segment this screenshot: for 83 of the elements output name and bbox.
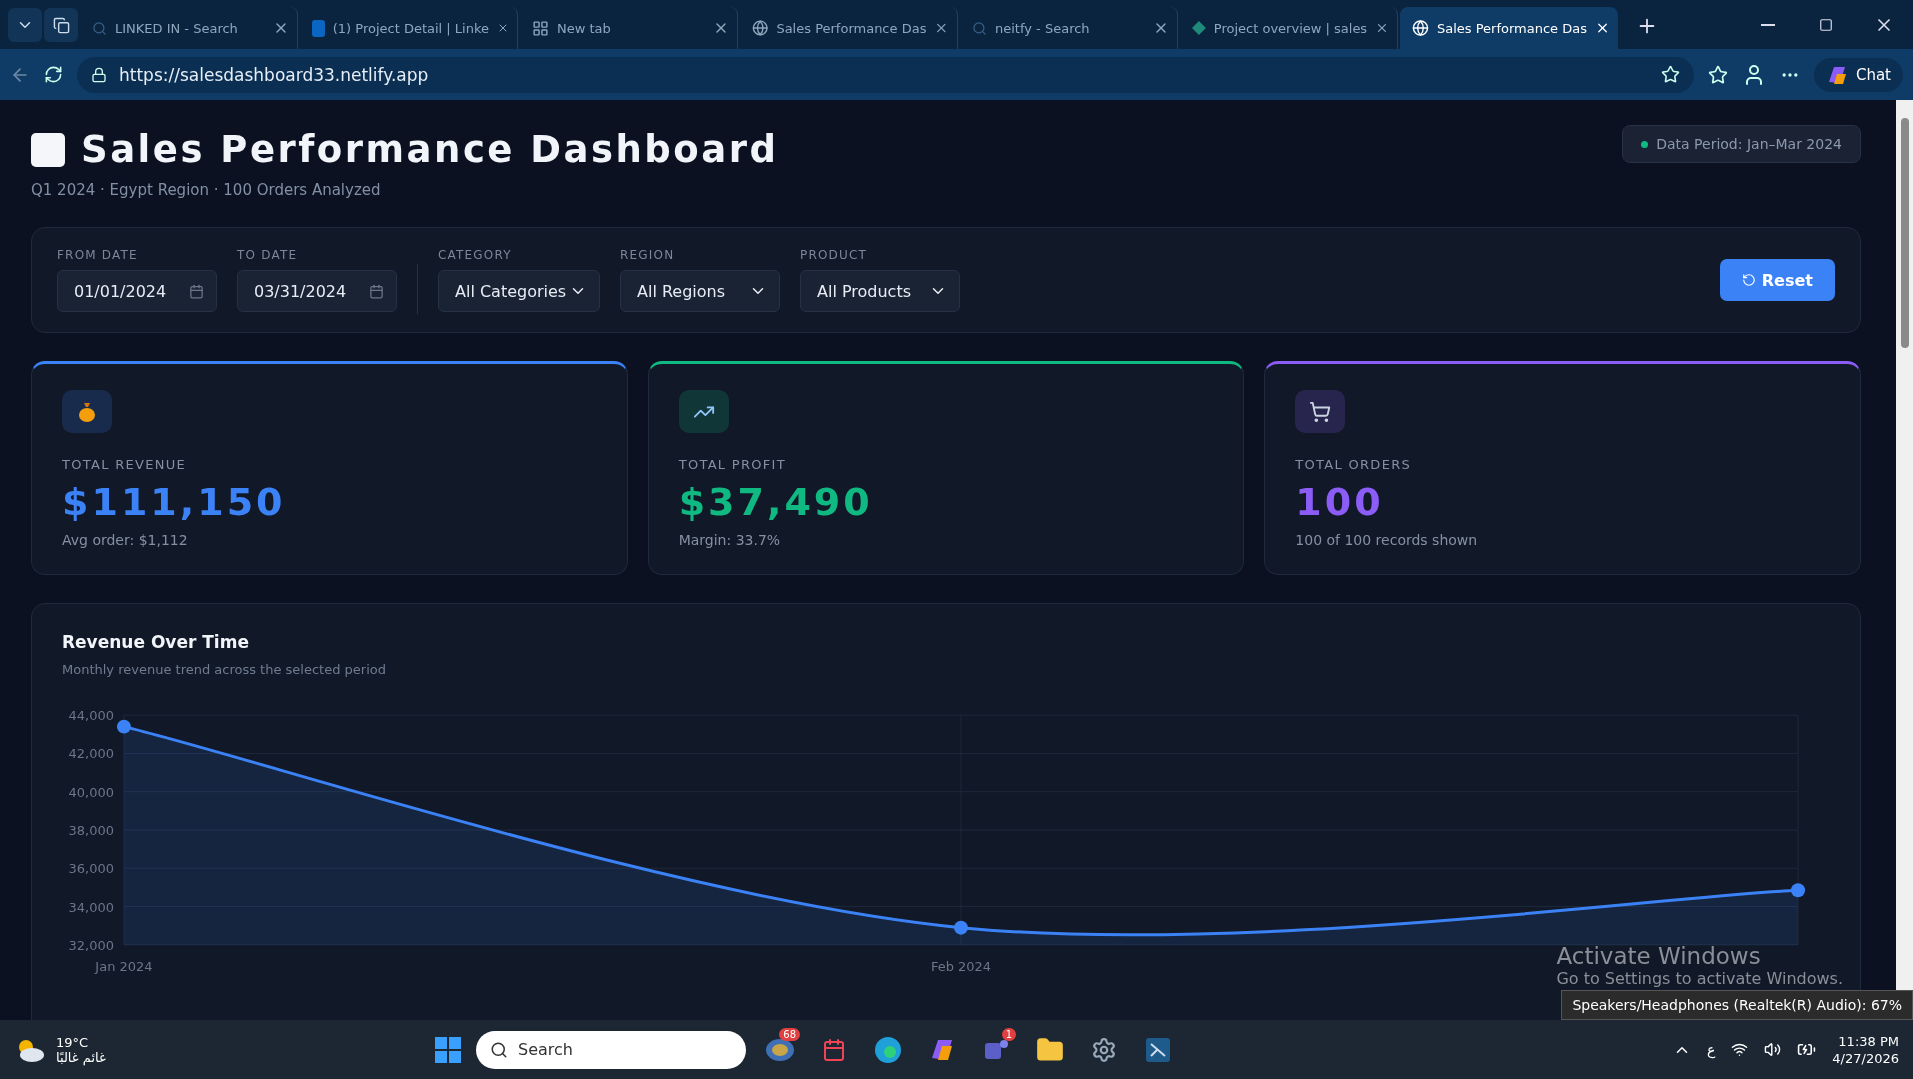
- notification-badge: 68: [779, 1027, 800, 1041]
- minimize-icon: [1761, 23, 1775, 26]
- axis-label: 42,000: [68, 746, 114, 762]
- field-label: REGION: [620, 248, 676, 262]
- taskbar-search[interactable]: Search: [476, 1030, 746, 1069]
- field-label: TO DATE: [237, 248, 299, 262]
- field-label: FROM DATE: [57, 248, 139, 262]
- globe-icon: [1412, 19, 1429, 37]
- axis-label: 32,000: [68, 937, 114, 953]
- data-point: [954, 920, 968, 935]
- logo-icon: [31, 132, 65, 167]
- clock-time[interactable]: 11:38 PM: [1838, 1033, 1899, 1049]
- app-icon[interactable]: [1144, 1035, 1172, 1064]
- field-label: PRODUCT: [800, 248, 869, 262]
- weather-text: غائم غالبًا: [56, 1049, 106, 1065]
- axis-label: 38,000: [68, 823, 114, 838]
- axis-label: 34,000: [68, 899, 114, 915]
- search-icon: [490, 1040, 508, 1059]
- clock-date[interactable]: 4/27/2026: [1832, 1050, 1899, 1066]
- browser-tab[interactable]: Sales Performance Das: [1400, 7, 1618, 49]
- axis-label: 40,000: [68, 784, 114, 800]
- kpi-label: TOTAL REVENUE: [62, 457, 188, 472]
- page-title: Sales Performance Dashboard: [81, 128, 779, 171]
- app-icon[interactable]: [765, 1036, 795, 1063]
- favorite-icon[interactable]: [1660, 65, 1680, 84]
- globe-icon: [752, 19, 769, 37]
- activation-text: Go to Settings to activate Windows.: [1556, 969, 1843, 988]
- axis-label: Feb 2024: [930, 958, 992, 974]
- field-label: CATEGORY: [438, 248, 513, 262]
- folder-icon[interactable]: [1036, 1035, 1064, 1064]
- chart-subtitle: Monthly revenue trend across the selected period: [62, 662, 387, 677]
- date-field[interactable]: 01/01/2024: [57, 270, 217, 312]
- calendar-icon[interactable]: [822, 1037, 846, 1062]
- kpi-label: TOTAL PROFIT: [678, 457, 787, 472]
- temperature: 19°C: [56, 1034, 90, 1050]
- copy-icon: [52, 16, 70, 34]
- kpi-value: $111,150: [62, 480, 287, 524]
- address-bar[interactable]: https://salesdashboard33.netlify.app: [77, 56, 1694, 93]
- restore-icon: [1819, 17, 1833, 32]
- browser-icon[interactable]: [874, 1035, 902, 1064]
- new-tab-icon: [532, 19, 549, 37]
- page-subtitle: Q1 2024 · Egypt Region · 100 Orders Analyzed: [31, 181, 382, 199]
- axis-label: 36,000: [68, 861, 114, 877]
- language-indicator[interactable]: ع: [1706, 1041, 1716, 1058]
- settings-icon[interactable]: [1091, 1036, 1117, 1063]
- volume-tooltip: Speakers/Headphones (Realtek(R) Audio): 67%: [1561, 990, 1913, 1020]
- money-bag-icon: [77, 400, 97, 423]
- kpi-value: 100: [1295, 480, 1385, 524]
- calendar-icon: [369, 283, 384, 299]
- data-point: [1791, 883, 1806, 898]
- activation-title: Activate Windows: [1556, 943, 1762, 969]
- date-field[interactable]: 03/31/2024: [237, 270, 397, 312]
- diamond-icon: [1192, 20, 1206, 36]
- start-icon[interactable]: [434, 1035, 462, 1064]
- scrollbar-thumb[interactable]: [1900, 118, 1909, 348]
- favorites-icon[interactable]: [1707, 64, 1728, 85]
- lock-icon: [91, 66, 107, 83]
- chart-title: Revenue Over Time: [62, 632, 250, 652]
- chat-button[interactable]: Chat: [1813, 57, 1903, 92]
- workspaces-button[interactable]: [44, 8, 78, 42]
- data-point: [116, 719, 131, 734]
- period-text: Data Period: Jan–Mar 2024: [1656, 136, 1842, 152]
- reset-icon: [1741, 273, 1756, 287]
- axis-label: 44,000: [68, 708, 114, 724]
- status-dot: [1641, 140, 1649, 148]
- select-field[interactable]: All Regions: [620, 270, 780, 312]
- kpi-value: $37,490: [678, 480, 874, 524]
- search-icon: [972, 20, 987, 36]
- reset-button[interactable]: Reset: [1719, 259, 1835, 301]
- select-field[interactable]: All Categories: [438, 270, 600, 312]
- kpi-note: Margin: 33.7%: [678, 532, 782, 548]
- cart-icon: [1309, 400, 1332, 423]
- wifi-icon[interactable]: [1731, 1041, 1749, 1058]
- kpi-label: TOTAL ORDERS: [1295, 457, 1413, 472]
- kpi-note: 100 of 100 records shown: [1295, 532, 1479, 548]
- notification-badge: 1: [1001, 1027, 1016, 1041]
- kpi-note: Avg order: $1,112: [62, 532, 189, 548]
- axis-label: Jan 2024: [95, 958, 153, 974]
- calendar-icon: [189, 283, 204, 299]
- search-icon: [92, 20, 107, 36]
- refresh-icon[interactable]: [44, 65, 63, 84]
- volume-icon[interactable]: [1764, 1041, 1782, 1058]
- select-field[interactable]: All Products: [800, 270, 960, 312]
